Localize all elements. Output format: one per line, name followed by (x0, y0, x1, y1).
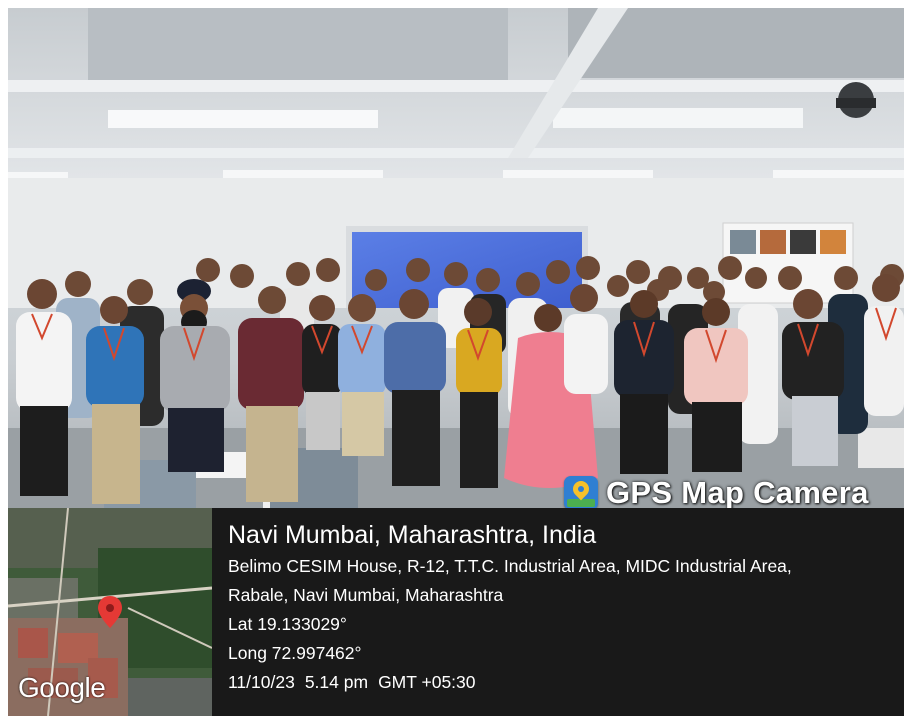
address-line-2: Rabale, Navi Mumbai, Maharashtra (228, 585, 504, 605)
location-info-panel: Navi Mumbai, Maharashtra, India Belimo C… (212, 508, 904, 716)
gps-map-camera-brand: GPS Map Camera (564, 473, 869, 508)
group-photo-scene (8, 8, 904, 508)
location-title: Navi Mumbai, Maharashtra, India (228, 521, 597, 549)
time-value: 5.14 pm (304, 672, 369, 692)
location-map-thumbnail: Google (8, 508, 212, 716)
gps-map-camera-logo-icon (564, 476, 598, 508)
date-value: 11/10/23 (228, 672, 295, 692)
timezone-value: GMT +05:30 (378, 672, 476, 692)
longitude-value: Long 72.997462° (228, 643, 362, 663)
datetime-row: 11/10/23 5.14 pm GMT +05:30 (228, 668, 904, 697)
group-photo: GPS Map Camera (8, 8, 904, 508)
latitude-value: Lat 19.133029° (228, 614, 347, 634)
gps-app-name: GPS Map Camera (606, 475, 869, 508)
google-logo: Google (18, 672, 106, 703)
address-line-1: Belimo CESIM House, R-12, T.T.C. Industr… (228, 556, 792, 576)
